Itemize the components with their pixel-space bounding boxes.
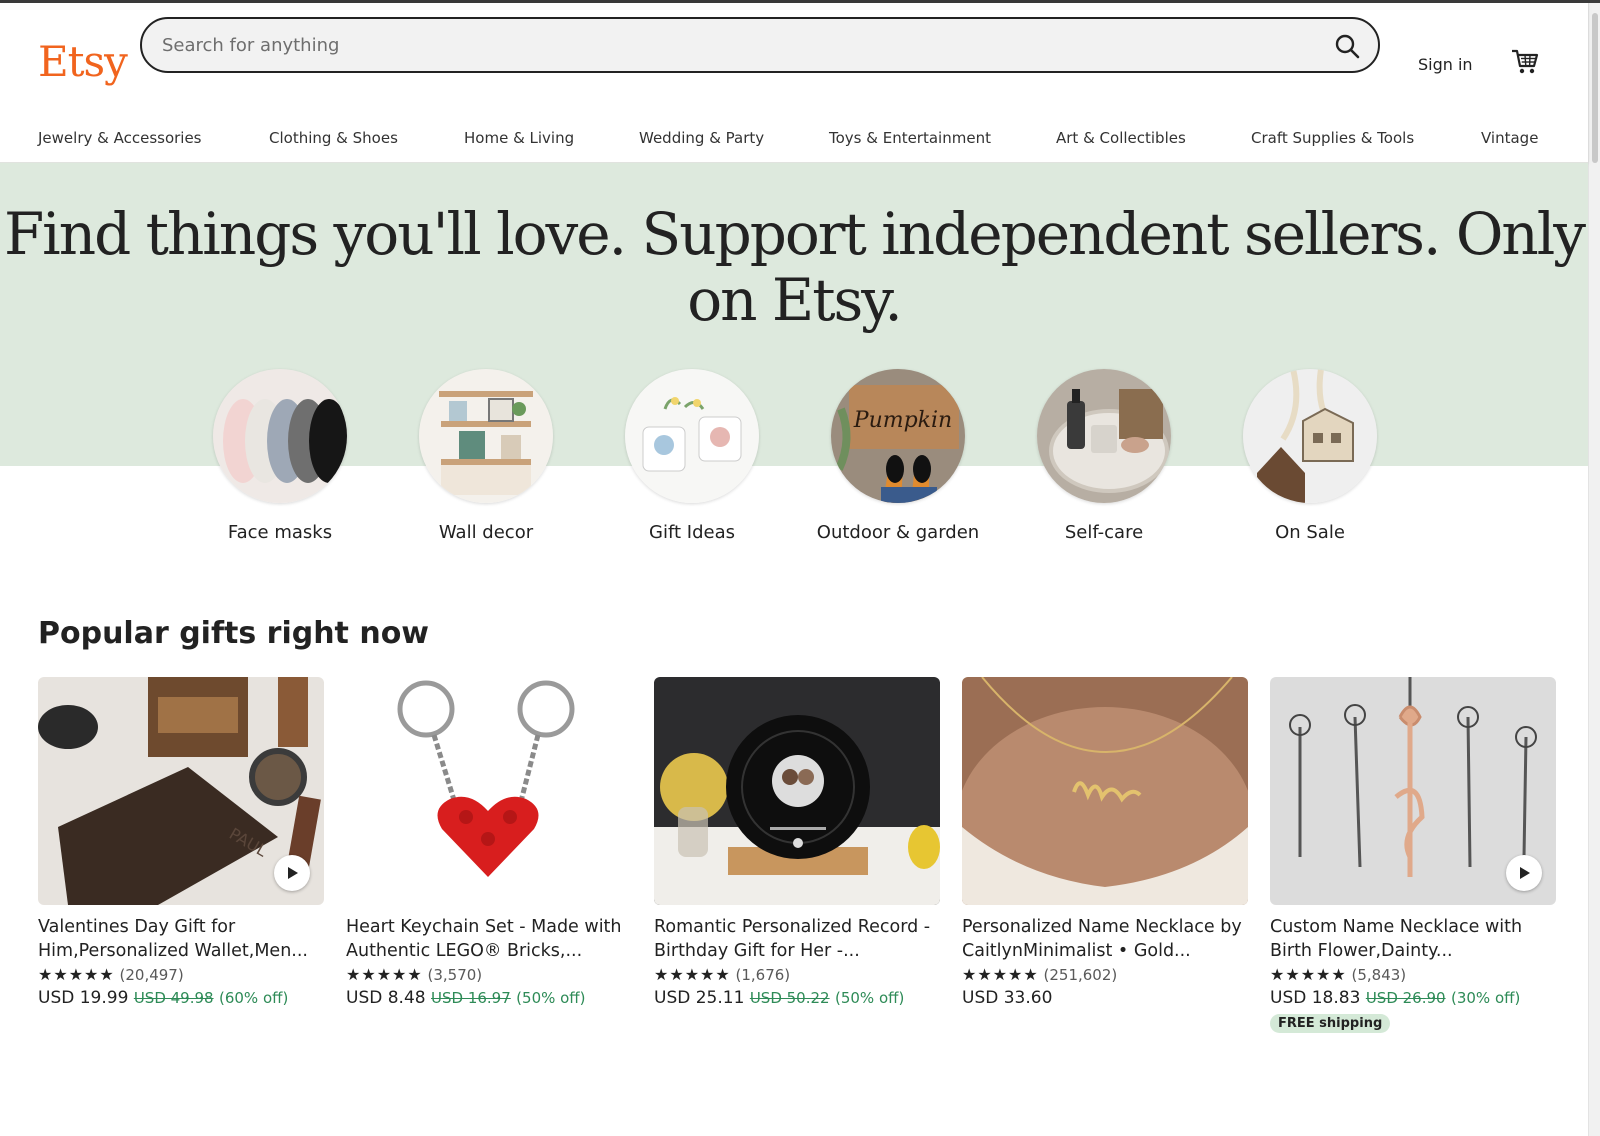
svg-text:Pumpkin: Pumpkin — [853, 408, 952, 433]
hero-title: Find things you'll love. Support indepen… — [3, 200, 1586, 334]
nav-toys-entertainment[interactable]: Toys & Entertainment — [829, 129, 991, 147]
category-label: On Sale — [1275, 522, 1345, 543]
star-rating-icon: ★★★★★ — [1270, 965, 1347, 984]
product-rating: ★★★★★ (5,843) — [1270, 965, 1556, 984]
category-image — [625, 369, 759, 503]
category-image: Pumpkin — [831, 369, 965, 503]
cart-button[interactable] — [1510, 47, 1540, 77]
category-image — [1037, 369, 1171, 503]
play-video-button[interactable] — [1506, 855, 1542, 891]
sale-price: USD 8.48 — [346, 988, 426, 1008]
product-title[interactable]: Romantic Personalized Record - Birthday … — [654, 915, 940, 963]
sale-price: USD 19.99 — [38, 988, 129, 1008]
category-self-care[interactable]: Self-care — [1004, 369, 1204, 545]
category-on-sale[interactable]: On Sale — [1210, 369, 1410, 545]
product-image — [654, 677, 940, 905]
product-title[interactable]: Valentines Day Gift for Him,Personalized… — [38, 915, 324, 963]
discount: (60% off) — [218, 989, 289, 1007]
category-label: Face masks — [227, 522, 333, 543]
category-label: Gift Ideas — [649, 522, 735, 543]
price-row: USD 8.48 USD 16.97 (50% off) — [346, 988, 632, 1008]
shopping-cart-icon — [1512, 49, 1539, 74]
product-title[interactable]: Heart Keychain Set - Made with Authentic… — [346, 915, 632, 963]
etsy-logo[interactable]: Etsy — [38, 37, 128, 86]
category-nav: Jewelry & Accessories Clothing & Shoes H… — [38, 129, 1548, 153]
nav-clothing-shoes[interactable]: Clothing & Shoes — [269, 129, 398, 147]
price-row: USD 19.99 USD 49.98 (60% off) — [38, 988, 324, 1008]
discount: (50% off) — [516, 989, 586, 1007]
popular-gifts-heading: Popular gifts right now — [38, 616, 430, 651]
product-rating: ★★★★★ (1,676) — [654, 965, 940, 984]
category-image — [1243, 369, 1377, 503]
play-video-button[interactable] — [274, 855, 310, 891]
category-label: Wall decor — [438, 522, 534, 543]
review-count: (20,497) — [119, 966, 184, 984]
category-label: Outdoor & garden — [816, 522, 980, 543]
product-card[interactable]: Personalized Name Necklace by CaitlynMin… — [962, 677, 1248, 1008]
product-image — [346, 677, 632, 905]
search-input[interactable] — [162, 30, 1262, 60]
sign-in-link[interactable]: Sign in — [1418, 55, 1473, 74]
star-rating-icon: ★★★★★ — [654, 965, 731, 984]
review-count: (251,602) — [1043, 966, 1118, 984]
nav-vintage[interactable]: Vintage — [1481, 129, 1538, 147]
review-count: (3,570) — [427, 966, 483, 984]
category-face-masks[interactable]: Face masks — [180, 369, 380, 545]
play-icon — [1520, 867, 1530, 879]
category-wall-decor[interactable]: Wall decor — [386, 369, 586, 545]
product-rating: ★★★★★ (3,570) — [346, 965, 632, 984]
price-row: USD 18.83 USD 26.90 (30% off) — [1270, 988, 1556, 1008]
star-rating-icon: ★★★★★ — [38, 965, 115, 984]
review-count: (1,676) — [735, 966, 791, 984]
category-outdoor-garden[interactable]: Pumpkin Outdoor & garden — [798, 369, 998, 545]
price-row: USD 25.11 USD 50.22 (50% off) — [654, 988, 940, 1008]
product-title[interactable]: Custom Name Necklace with Birth Flower,D… — [1270, 915, 1556, 963]
original-price: USD 16.97 — [431, 989, 511, 1007]
product-rating: ★★★★★ (20,497) — [38, 965, 324, 984]
discount: (50% off) — [834, 989, 905, 1007]
star-rating-icon: ★★★★★ — [346, 965, 423, 984]
sale-price: USD 18.83 — [1270, 988, 1361, 1008]
original-price: USD 50.22 — [749, 989, 830, 1007]
product-card[interactable]: Custom Name Necklace with Birth Flower,D… — [1270, 677, 1556, 1033]
category-image — [419, 369, 553, 503]
free-shipping-badge: FREE shipping — [1270, 1014, 1391, 1033]
product-card[interactable]: PAUL Valentines Day Gift for Him,Persona… — [38, 677, 324, 1008]
nav-jewelry-accessories[interactable]: Jewelry & Accessories — [38, 129, 202, 147]
search-button[interactable] — [1328, 27, 1366, 65]
product-card[interactable]: Romantic Personalized Record - Birthday … — [654, 677, 940, 1008]
category-image — [213, 369, 347, 503]
nav-home-living[interactable]: Home & Living — [464, 129, 574, 147]
site-header: Etsy Sign in Jewelry & Accessories Cloth… — [0, 3, 1588, 163]
price-row: USD 33.60 — [962, 988, 1248, 1008]
category-label: Self-care — [1064, 522, 1144, 543]
product-rating: ★★★★★ (251,602) — [962, 965, 1248, 984]
scrollbar-thumb[interactable] — [1592, 13, 1598, 163]
nav-craft-supplies-tools[interactable]: Craft Supplies & Tools — [1251, 129, 1414, 147]
nav-wedding-party[interactable]: Wedding & Party — [639, 129, 764, 147]
review-count: (5,843) — [1351, 966, 1407, 984]
search-bar[interactable] — [140, 17, 1380, 73]
discount: (30% off) — [1450, 989, 1521, 1007]
sale-price: USD 33.60 — [962, 988, 1053, 1008]
product-image: PAUL — [38, 677, 324, 905]
original-price: USD 26.90 — [1365, 989, 1446, 1007]
product-image — [1270, 677, 1556, 905]
product-card[interactable]: Heart Keychain Set - Made with Authentic… — [346, 677, 632, 1008]
play-icon — [288, 867, 298, 879]
original-price: USD 49.98 — [133, 989, 214, 1007]
page-scrollbar[interactable] — [1588, 3, 1600, 1136]
star-rating-icon: ★★★★★ — [962, 965, 1039, 984]
sale-price: USD 25.11 — [654, 988, 745, 1008]
category-gift-ideas[interactable]: Gift Ideas — [592, 369, 792, 545]
search-icon — [1335, 34, 1360, 59]
product-image — [962, 677, 1248, 905]
product-title[interactable]: Personalized Name Necklace by CaitlynMin… — [962, 915, 1248, 963]
nav-art-collectibles[interactable]: Art & Collectibles — [1056, 129, 1186, 147]
